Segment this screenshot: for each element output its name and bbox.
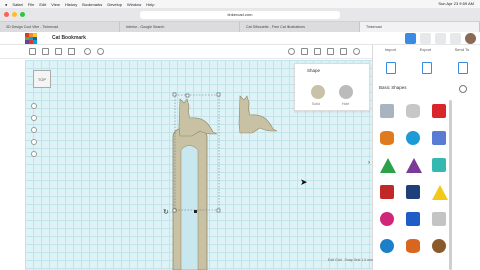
- shape-text-red[interactable]: [380, 185, 394, 199]
- snap-grid-select[interactable]: Snap Grid 1.0 mm: [345, 258, 373, 262]
- export-button[interactable]: Export: [420, 47, 432, 52]
- shape-scribble[interactable]: [432, 131, 446, 145]
- collapse-panel-icon[interactable]: ›: [368, 160, 370, 166]
- shape-cone-purple[interactable]: [406, 158, 422, 173]
- cat-shape-selected[interactable]: [178, 98, 218, 137]
- shape-cylinder-grey[interactable]: [406, 104, 420, 118]
- shape-tube-orange[interactable]: [406, 239, 420, 253]
- shape-torus-blue[interactable]: [380, 239, 394, 253]
- grid-settings: Edit Grid Snap Grid 1.0 mm: [328, 258, 373, 262]
- shape-box-grey[interactable]: [380, 104, 394, 118]
- resize-handle[interactable]: [216, 208, 221, 213]
- search-icon[interactable]: [459, 85, 467, 93]
- shape-ring-brown[interactable]: [432, 239, 446, 253]
- library-tabs: Import Export Send To: [373, 47, 480, 52]
- resize-handle[interactable]: [172, 208, 177, 213]
- bookmark-slot: [180, 145, 199, 270]
- library-scrollbar[interactable]: [449, 100, 452, 270]
- import-button[interactable]: Import: [385, 47, 396, 52]
- shape-cylinder-orange[interactable]: [380, 131, 394, 145]
- hole-swatch[interactable]: [339, 85, 353, 99]
- shape-category-select[interactable]: Basic Shapes: [379, 85, 455, 93]
- shape-wedge-navy[interactable]: [406, 185, 420, 199]
- notes-icon[interactable]: [458, 62, 468, 74]
- edit-grid-button[interactable]: Edit Grid: [328, 258, 342, 262]
- shape-box-red[interactable]: [432, 104, 446, 118]
- shape-sphere-magenta[interactable]: [380, 212, 394, 226]
- solid-label: Solid: [312, 102, 320, 106]
- shape-pyramid-yellow[interactable]: [432, 185, 448, 200]
- send-to-button[interactable]: Send To: [455, 47, 470, 52]
- shape-inspector: Shape Solid Hole: [294, 63, 370, 111]
- solid-swatch[interactable]: [311, 85, 325, 99]
- library-view-icons: [373, 62, 480, 74]
- resize-handle[interactable]: [216, 92, 221, 97]
- workplane-icon[interactable]: [386, 62, 396, 74]
- mouse-pointer-icon: ➤: [300, 177, 308, 187]
- shape-polygon-blue[interactable]: [406, 212, 420, 226]
- height-handle[interactable]: [185, 93, 190, 98]
- shape-panel-title: Shape: [307, 68, 321, 73]
- cat-shape[interactable]: [238, 95, 278, 134]
- shape-round-roof-teal[interactable]: [432, 158, 446, 172]
- center-handle[interactable]: [194, 210, 197, 213]
- hole-label: Hole: [342, 102, 350, 106]
- ruler-icon[interactable]: [422, 62, 432, 74]
- shape-paraboloid-grey[interactable]: [432, 212, 446, 226]
- shape-sphere-blue[interactable]: [406, 131, 420, 145]
- rotate-handle-icon[interactable]: ↻: [163, 208, 169, 216]
- resize-handle[interactable]: [172, 92, 177, 97]
- shape-roof-green[interactable]: [380, 158, 396, 173]
